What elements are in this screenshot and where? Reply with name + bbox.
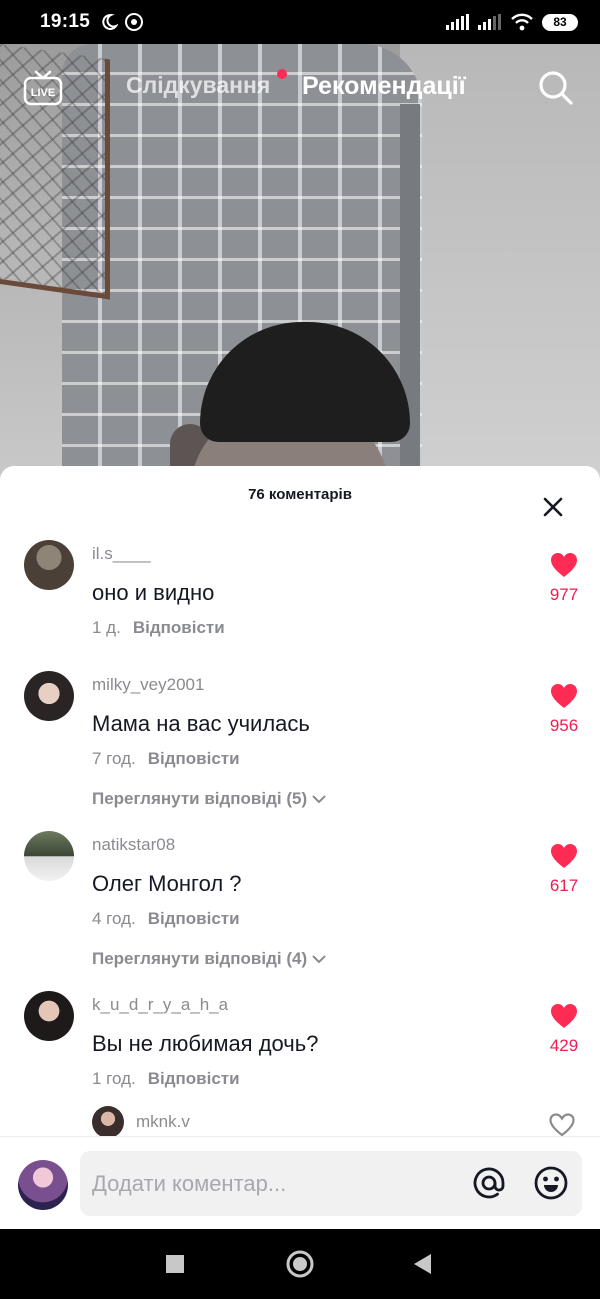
avatar[interactable]: [24, 671, 74, 721]
avatar[interactable]: [24, 991, 74, 1041]
back-triangle-icon: [414, 1254, 431, 1274]
wifi-icon: [511, 13, 533, 31]
comments-count-title: 76 коментарів: [248, 486, 352, 503]
search-icon: [539, 71, 573, 105]
close-icon: [543, 497, 563, 517]
comment-input-bar: Додати коментар...: [0, 1136, 600, 1229]
like-count: 956: [549, 716, 579, 735]
view-replies-button[interactable]: Переглянути відповіді (5): [92, 789, 327, 809]
avatar[interactable]: [24, 540, 74, 590]
signal-icon: [446, 14, 469, 30]
tab-for-you[interactable]: Рекомендації: [302, 72, 466, 101]
system-nav-bar: [0, 1229, 600, 1299]
comment-username[interactable]: milky_vey2001: [92, 675, 204, 695]
signal-icon-secondary: [478, 14, 501, 30]
home-button[interactable]: [283, 1247, 317, 1281]
reply-button[interactable]: Відповісти: [133, 618, 225, 637]
home-circle-icon: [286, 1250, 314, 1278]
chevron-down-icon: [312, 955, 326, 964]
heart-icon: [551, 553, 577, 577]
reply-username[interactable]: mknk.v: [136, 1112, 190, 1132]
comment-text[interactable]: Олег Монгол ?: [92, 871, 242, 897]
mention-button[interactable]: [470, 1164, 508, 1202]
heart-icon: [551, 844, 577, 868]
comment-time: 4 год.: [92, 909, 136, 928]
video-background[interactable]: LIVE Слідкування Рекомендації: [0, 44, 600, 484]
like-count: 429: [549, 1036, 579, 1055]
comment-username[interactable]: il.s____: [92, 544, 151, 564]
live-icon: LIVE: [23, 70, 63, 106]
reply-button[interactable]: Відповісти: [148, 749, 240, 768]
comment-input-placeholder: Додати коментар...: [92, 1171, 287, 1196]
new-content-dot: [277, 69, 287, 79]
recents-button[interactable]: [158, 1247, 192, 1281]
reply-button[interactable]: Відповісти: [148, 909, 240, 928]
live-label: LIVE: [31, 87, 55, 99]
comments-sheet: 76 коментарів il.s____ оно и видно 1 д. В…: [0, 466, 600, 1229]
comment-input[interactable]: Додати коментар...: [80, 1151, 582, 1216]
view-replies-label: Переглянути відповіді (5): [92, 789, 308, 808]
my-avatar[interactable]: [18, 1160, 68, 1210]
heart-icon: [551, 1004, 577, 1028]
at-sign-icon: [473, 1167, 505, 1199]
battery-indicator: 83: [542, 13, 578, 31]
comment-username[interactable]: natikstar08: [92, 835, 175, 855]
back-button[interactable]: [405, 1247, 439, 1281]
comment-time: 7 год.: [92, 749, 136, 768]
search-button[interactable]: [536, 68, 576, 108]
status-bar: 19:15 83: [0, 0, 600, 44]
like-button[interactable]: 956: [536, 683, 592, 736]
moon-icon: [102, 13, 119, 30]
status-time: 19:15: [40, 11, 91, 32]
comment-text[interactable]: Вы не любимая дочь?: [92, 1031, 318, 1057]
vpn-globe-icon: [125, 13, 144, 31]
like-button[interactable]: 617: [536, 843, 592, 896]
close-button[interactable]: [536, 490, 570, 524]
like-count: 977: [549, 585, 579, 604]
emoji-button[interactable]: [532, 1164, 570, 1202]
heart-outline-icon: [549, 1113, 575, 1137]
comment-text[interactable]: Мама на вас училась: [92, 711, 310, 737]
avatar[interactable]: [92, 1106, 124, 1138]
square-icon: [166, 1255, 184, 1273]
comment-text[interactable]: оно и видно: [92, 580, 214, 606]
comment-time: 1 год.: [92, 1069, 136, 1088]
like-button[interactable]: 429: [536, 1003, 592, 1056]
avatar[interactable]: [24, 831, 74, 881]
view-replies-label: Переглянути відповіді (4): [92, 949, 308, 968]
comment-time: 1 д.: [92, 618, 121, 637]
chevron-down-icon: [312, 795, 326, 804]
comment-username[interactable]: k_u_d_r_y_a_h_a: [92, 995, 228, 1015]
heart-icon: [551, 684, 577, 708]
live-button[interactable]: LIVE: [22, 68, 64, 108]
view-replies-button[interactable]: Переглянути відповіді (4): [92, 949, 327, 969]
reply-button[interactable]: Відповісти: [148, 1069, 240, 1088]
like-count: 617: [549, 876, 579, 895]
tab-following[interactable]: Слідкування: [126, 72, 270, 99]
like-button[interactable]: 977: [536, 552, 592, 605]
emoji-icon: [534, 1166, 568, 1200]
top-nav: LIVE Слідкування Рекомендації: [0, 60, 600, 120]
